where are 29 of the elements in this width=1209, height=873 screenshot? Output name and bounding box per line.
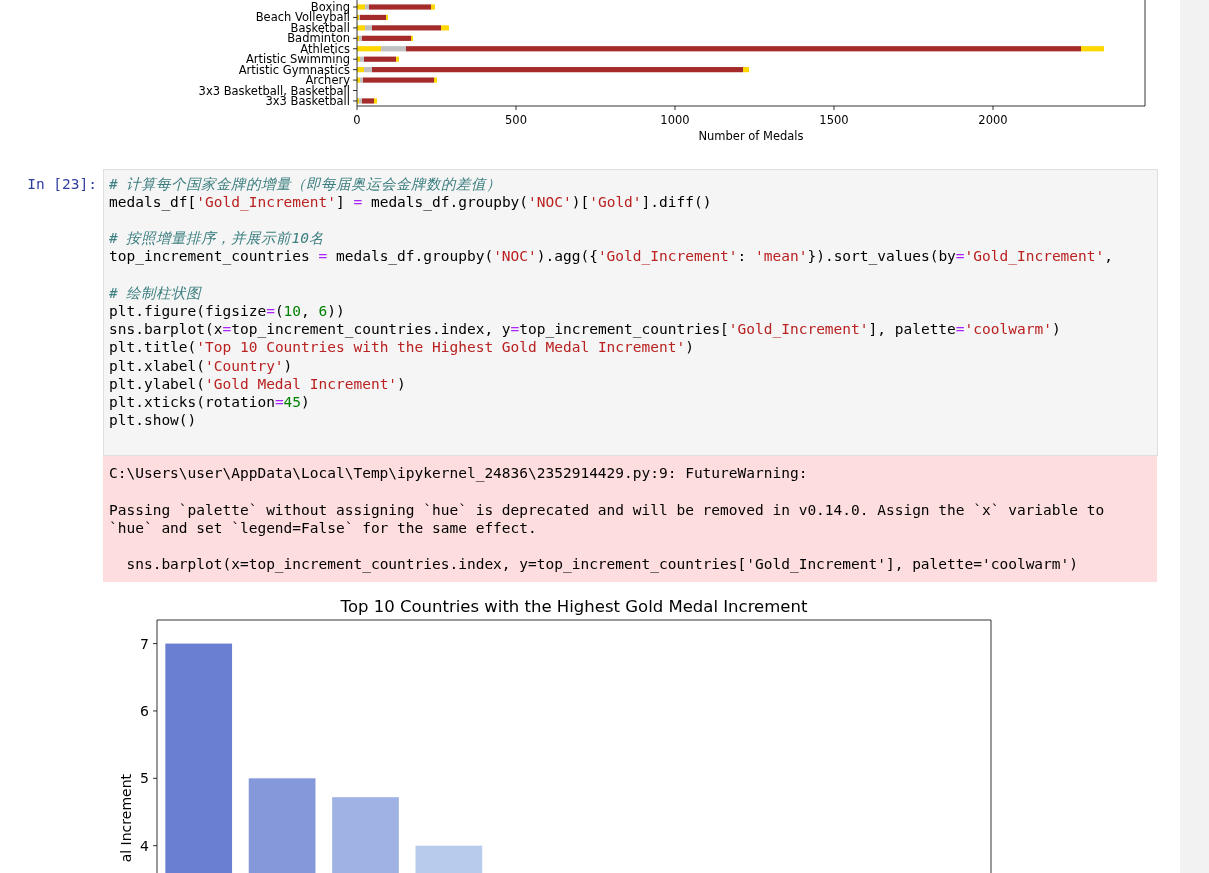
code-line: # 绘制柱状图 xyxy=(109,283,203,302)
tick-label: 7 xyxy=(140,635,149,652)
code-line: plt.show() xyxy=(109,411,198,430)
code-line: medals_df['Gold_Increment'] = medals_df.groupby('NOC')['Gold'].diff() xyxy=(109,192,713,212)
tick-label: 5 xyxy=(140,769,149,786)
code-line: plt.xticks(rotation=45) xyxy=(109,393,311,412)
tick-label: 0 xyxy=(353,113,361,127)
code-line: plt.xlabel('Country') xyxy=(109,356,294,375)
code-line: plt.figure(figsize=(10, 6)) xyxy=(109,302,346,321)
code-line: plt.title('Top 10 Countries with the Highest Gold Medal Increment') xyxy=(109,338,695,357)
chart-title: Top 10 Countries with the Highest Gold Medal Increment xyxy=(340,596,808,616)
code-line: top_increment_countries = medals_df.groupby('NOC').agg({'Gold_Increment': 'mean'}).sort_values(by='Gold_Increment', xyxy=(109,247,1114,266)
output-text: sns.barplot(x=top_increment_countries.index, y=top_increment_countries['Gold_Increment'], palette='coolwarm') xyxy=(125,555,1079,574)
tick-label: 500 xyxy=(505,113,527,127)
tick-label: 1500 xyxy=(819,113,849,127)
output-text: C:\Users\user\AppData\Local\Temp\ipykernel_24836\2352914429.py:9: FutureWarning: xyxy=(109,464,809,483)
input-prompt: In [23]: xyxy=(26,174,98,194)
tick-label: 4 xyxy=(140,837,149,854)
axis-label: Number of Medals xyxy=(698,129,804,143)
axis-label: al Increment xyxy=(118,773,134,862)
code-line: # 计算每个国家金牌的增量（即每届奥运会金牌数的差值） xyxy=(109,174,503,193)
tick-label: 2000 xyxy=(978,113,1008,127)
tick-label: 6 xyxy=(140,702,149,719)
code-line: sns.barplot(x=top_increment_countries.index, y=top_increment_countries['Gold_Increment'], palette='coolwarm') xyxy=(109,320,1062,339)
code-line: # 按照增量排序，并展示前10名 xyxy=(109,229,325,248)
output-text: Passing `palette` without assigning `hue` is deprecated and will be removed in v0.14.0. Assign the `x` variable to `hue` and set `legend=False` for the same effect. xyxy=(109,500,1106,538)
category-label: Athletics xyxy=(300,41,350,56)
code-line: plt.ylabel('Gold Medal Increment') xyxy=(109,374,407,394)
tick-label: 1000 xyxy=(660,113,690,127)
